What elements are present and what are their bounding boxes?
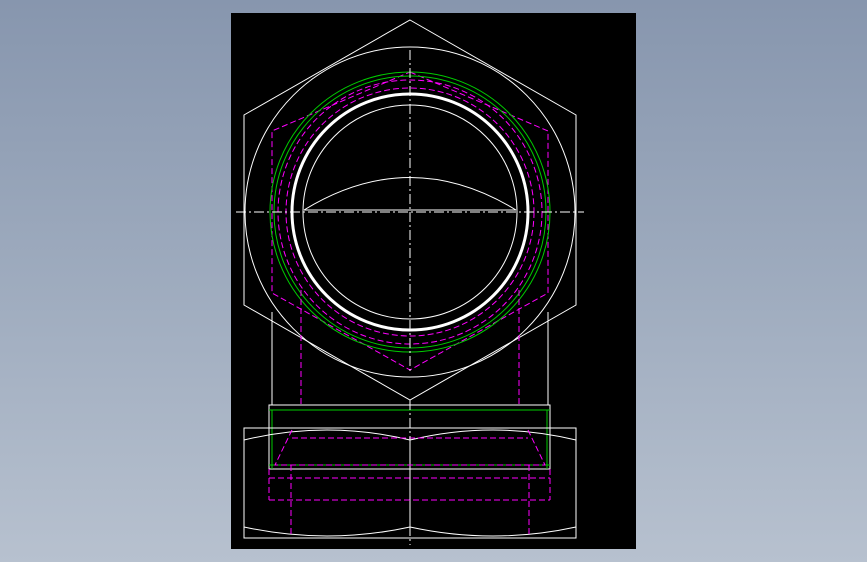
front-view [243,400,577,545]
top-view [236,19,584,405]
cad-drawing [236,19,584,545]
chamfer-arc-bottom-left [243,526,411,537]
chamfer-arc-bottom-right [409,526,577,537]
